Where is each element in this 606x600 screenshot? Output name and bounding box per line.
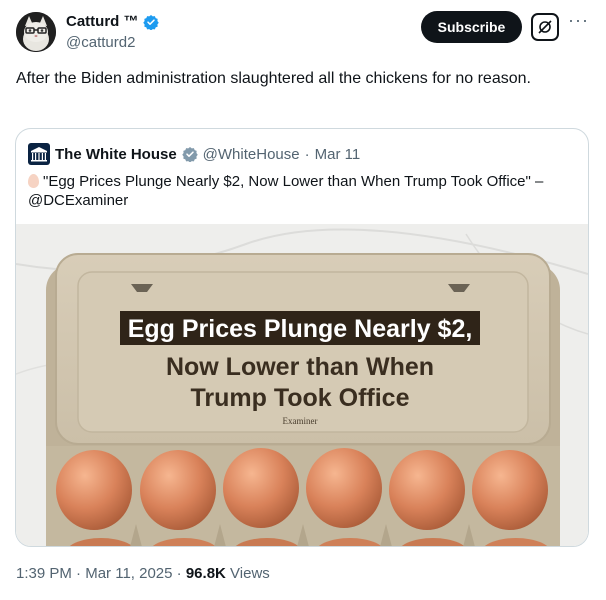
views-label: Views [230,565,270,582]
footer-separator: · [176,565,182,582]
grok-button[interactable] [531,13,559,41]
tweet-date[interactable]: Mar 11, 2025 [85,565,172,582]
tweet-footer: 1:39 PM · Mar 11, 2025 · 96.8K Views [16,565,270,582]
verified-badge-icon[interactable] [142,14,159,30]
more-options-icon[interactable]: ··· [568,10,589,31]
author-name-row[interactable]: Catturd ™ [66,12,159,31]
image-headline-line2: Now Lower than When [166,353,434,381]
grok-icon [538,20,552,34]
quote-author-name[interactable]: The White House [55,146,177,163]
image-headline-line3: Trump Took Office [191,384,410,412]
quote-text-block: "Egg Prices Plunge Nearly $2, Now Lower … [28,172,573,210]
image-headline-line1: Egg Prices Plunge Nearly $2, [128,315,473,343]
views-count[interactable]: 96.8K [186,565,226,582]
quote-date[interactable]: Mar 11 [315,146,361,163]
tweet-text: After the Biden administration slaughter… [16,70,531,87]
quote-handle[interactable]: @WhiteHouse [203,146,300,163]
verified-gray-badge-icon[interactable] [181,146,198,162]
footer-separator: · [76,565,82,582]
quoted-tweet-card[interactable]: The White House @WhiteHouse · Mar 11 "Eg… [15,128,589,547]
egg-carton-image[interactable]: Egg Prices Plunge Nearly $2, Now Lower t… [16,224,588,547]
quote-header: The White House @WhiteHouse · Mar 11 [28,143,360,165]
quote-separator: · [304,145,310,163]
quote-text: "Egg Prices Plunge Nearly $2, Now Lower … [28,173,544,209]
image-brand: Examiner [283,416,318,426]
subscribe-button[interactable]: Subscribe [421,11,522,43]
avatar-cat-image [16,12,56,52]
white-house-logo[interactable] [28,143,50,165]
author-handle[interactable]: @catturd2 [66,33,159,52]
tweet-time[interactable]: 1:39 PM [16,565,72,582]
egg-emoji-icon [28,174,39,188]
author-name[interactable]: Catturd ™ [66,12,139,31]
author-block: Catturd ™ @catturd2 [66,12,159,52]
author-avatar[interactable] [16,12,56,52]
